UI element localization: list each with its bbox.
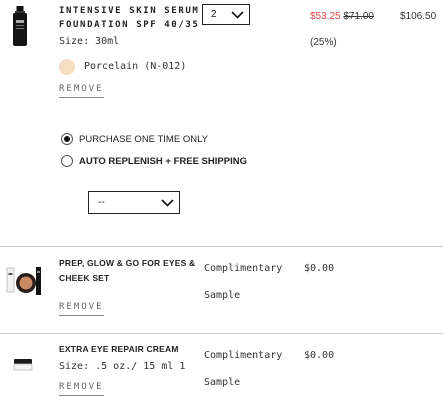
sale-price: $53.25	[310, 11, 341, 22]
chevron-down-icon	[161, 199, 174, 207]
quantity-select[interactable]: 2	[202, 4, 250, 25]
quantity-value: 2	[211, 9, 217, 20]
line-total: $106.50	[400, 11, 437, 22]
divider	[0, 333, 443, 334]
product-image[interactable]	[12, 6, 28, 46]
product-name-line1: PREP, GLOW & GO FOR EYES &	[59, 258, 196, 268]
sample-label: Sample	[204, 377, 241, 388]
remove-button[interactable]: REMOVE	[59, 382, 104, 396]
product-name[interactable]: INTENSIVE SKIN SERUM FOUNDATION SPF 40/3…	[59, 4, 199, 32]
complimentary-label: Complimentary	[204, 350, 283, 361]
price-group: $53.25 $71.00	[310, 11, 374, 22]
remove-button[interactable]: REMOVE	[59, 302, 104, 316]
one-time-radio[interactable]	[61, 133, 73, 145]
product-image[interactable]	[5, 265, 43, 297]
product-size: Size: .5 oz./ 15 ml 1	[59, 361, 186, 372]
auto-replenish-radio[interactable]	[61, 155, 73, 167]
chevron-down-icon	[231, 11, 244, 19]
product-name-line1: INTENSIVE SKIN SERUM	[59, 6, 200, 16]
product-image[interactable]	[13, 356, 33, 372]
one-time-label[interactable]: PURCHASE ONE TIME ONLY	[79, 134, 208, 145]
remove-button[interactable]: REMOVE	[59, 84, 104, 98]
item-price: $0.00	[304, 350, 335, 361]
discount-percent: (25%)	[310, 37, 337, 48]
shade-swatch	[59, 59, 75, 75]
product-name[interactable]: PREP, GLOW & GO FOR EYES & CHEEK SET	[59, 256, 195, 286]
original-price: $71.00	[343, 11, 374, 22]
product-size: Size: 30ml	[59, 36, 120, 47]
product-name[interactable]: EXTRA EYE REPAIR CREAM	[59, 342, 179, 357]
frequency-value: --	[98, 197, 105, 208]
divider	[0, 246, 443, 247]
item-price: $0.00	[304, 263, 335, 274]
product-name-line2: CHEEK SET	[59, 273, 110, 283]
product-name-line2: FOUNDATION SPF 40/35	[59, 20, 200, 30]
shade-name: Porcelain (N-012)	[84, 61, 187, 72]
auto-replenish-label[interactable]: AUTO REPLENISH + FREE SHIPPING	[79, 156, 247, 167]
complimentary-label: Complimentary	[204, 263, 283, 274]
sample-label: Sample	[204, 290, 241, 301]
replenish-frequency-select[interactable]: --	[88, 191, 180, 214]
